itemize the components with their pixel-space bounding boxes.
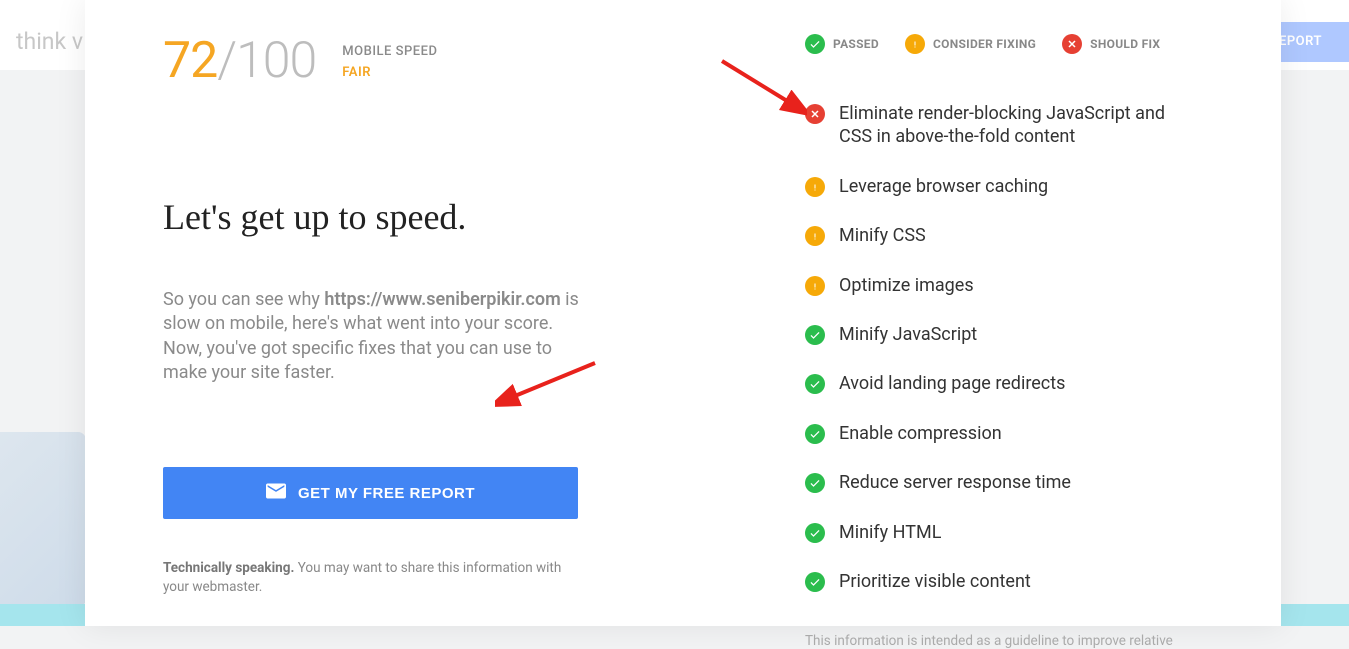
check-icon [805, 572, 825, 592]
disclaimer: This information is intended as a guidel… [805, 633, 1241, 649]
warning-icon [905, 34, 925, 54]
check-icon [805, 34, 825, 54]
warning-icon [805, 226, 825, 246]
warning-icon [805, 177, 825, 197]
legend: PASSED CONSIDER FIXING SHOULD FIX [805, 34, 1241, 54]
rule-text: Avoid landing page redirects [839, 372, 1065, 395]
warning-icon [805, 276, 825, 296]
report-card: 72/100 MOBILE SPEED FAIR Let's get up to… [85, 0, 1281, 626]
error-icon [1062, 34, 1082, 54]
background-image-fragment [0, 432, 86, 607]
rule-text: Minify HTML [839, 521, 941, 544]
check-icon [805, 473, 825, 493]
rule-item[interactable]: Eliminate render-blocking JavaScript and… [805, 102, 1241, 149]
description-prefix: So you can see why [163, 289, 324, 310]
legend-consider-label: CONSIDER FIXING [933, 37, 1036, 51]
check-icon [805, 424, 825, 444]
score-meta: MOBILE SPEED FAIR [342, 36, 437, 80]
rule-text: Eliminate render-blocking JavaScript and… [839, 102, 1189, 149]
get-report-button[interactable]: GET MY FREE REPORT [163, 467, 578, 519]
score-value: 72 [163, 32, 217, 90]
error-icon [805, 104, 825, 124]
technical-bold: Technically speaking. [163, 560, 294, 576]
score-row: 72/100 MOBILE SPEED FAIR [163, 36, 607, 86]
rule-item[interactable]: Minify CSS [805, 224, 1241, 247]
rule-text: Leverage browser caching [839, 175, 1048, 198]
score-rating: FAIR [342, 65, 437, 80]
score-max: /100 [217, 32, 316, 90]
rule-item[interactable]: Prioritize visible content [805, 570, 1241, 593]
rule-text: Optimize images [839, 274, 974, 297]
legend-fix: SHOULD FIX [1062, 34, 1160, 54]
rule-item[interactable]: Reduce server response time [805, 471, 1241, 494]
score: 72/100 [163, 36, 316, 86]
headline: Let's get up to speed. [163, 196, 607, 238]
score-label: MOBILE SPEED [342, 44, 437, 59]
left-column: 72/100 MOBILE SPEED FAIR Let's get up to… [85, 0, 685, 626]
technical-note: Technically speaking. You may want to sh… [163, 559, 583, 597]
rules-list: Eliminate render-blocking JavaScript and… [805, 102, 1241, 593]
rule-text: Enable compression [839, 422, 1002, 445]
description-url: https://www.seniberpikir.com [324, 289, 560, 310]
background-report-button[interactable]: EPORT [1269, 22, 1349, 62]
description: So you can see why https://www.seniberpi… [163, 288, 583, 385]
rule-text: Minify JavaScript [839, 323, 977, 346]
rule-item[interactable]: Optimize images [805, 274, 1241, 297]
legend-passed-label: PASSED [833, 37, 879, 51]
rule-item[interactable]: Enable compression [805, 422, 1241, 445]
right-column: PASSED CONSIDER FIXING SHOULD FIX Elimin… [685, 0, 1281, 626]
check-icon [805, 523, 825, 543]
rule-item[interactable]: Avoid landing page redirects [805, 372, 1241, 395]
legend-passed: PASSED [805, 34, 879, 54]
rule-item[interactable]: Leverage browser caching [805, 175, 1241, 198]
check-icon [805, 325, 825, 345]
rule-item[interactable]: Minify HTML [805, 521, 1241, 544]
rule-text: Minify CSS [839, 224, 926, 247]
background-brand-text: think v [16, 28, 83, 55]
rule-text: Prioritize visible content [839, 570, 1031, 593]
rule-item[interactable]: Minify JavaScript [805, 323, 1241, 346]
legend-consider: CONSIDER FIXING [905, 34, 1036, 54]
rule-text: Reduce server response time [839, 471, 1071, 494]
mail-icon [266, 483, 286, 503]
legend-fix-label: SHOULD FIX [1090, 37, 1160, 51]
check-icon [805, 374, 825, 394]
get-report-label: GET MY FREE REPORT [298, 485, 475, 502]
